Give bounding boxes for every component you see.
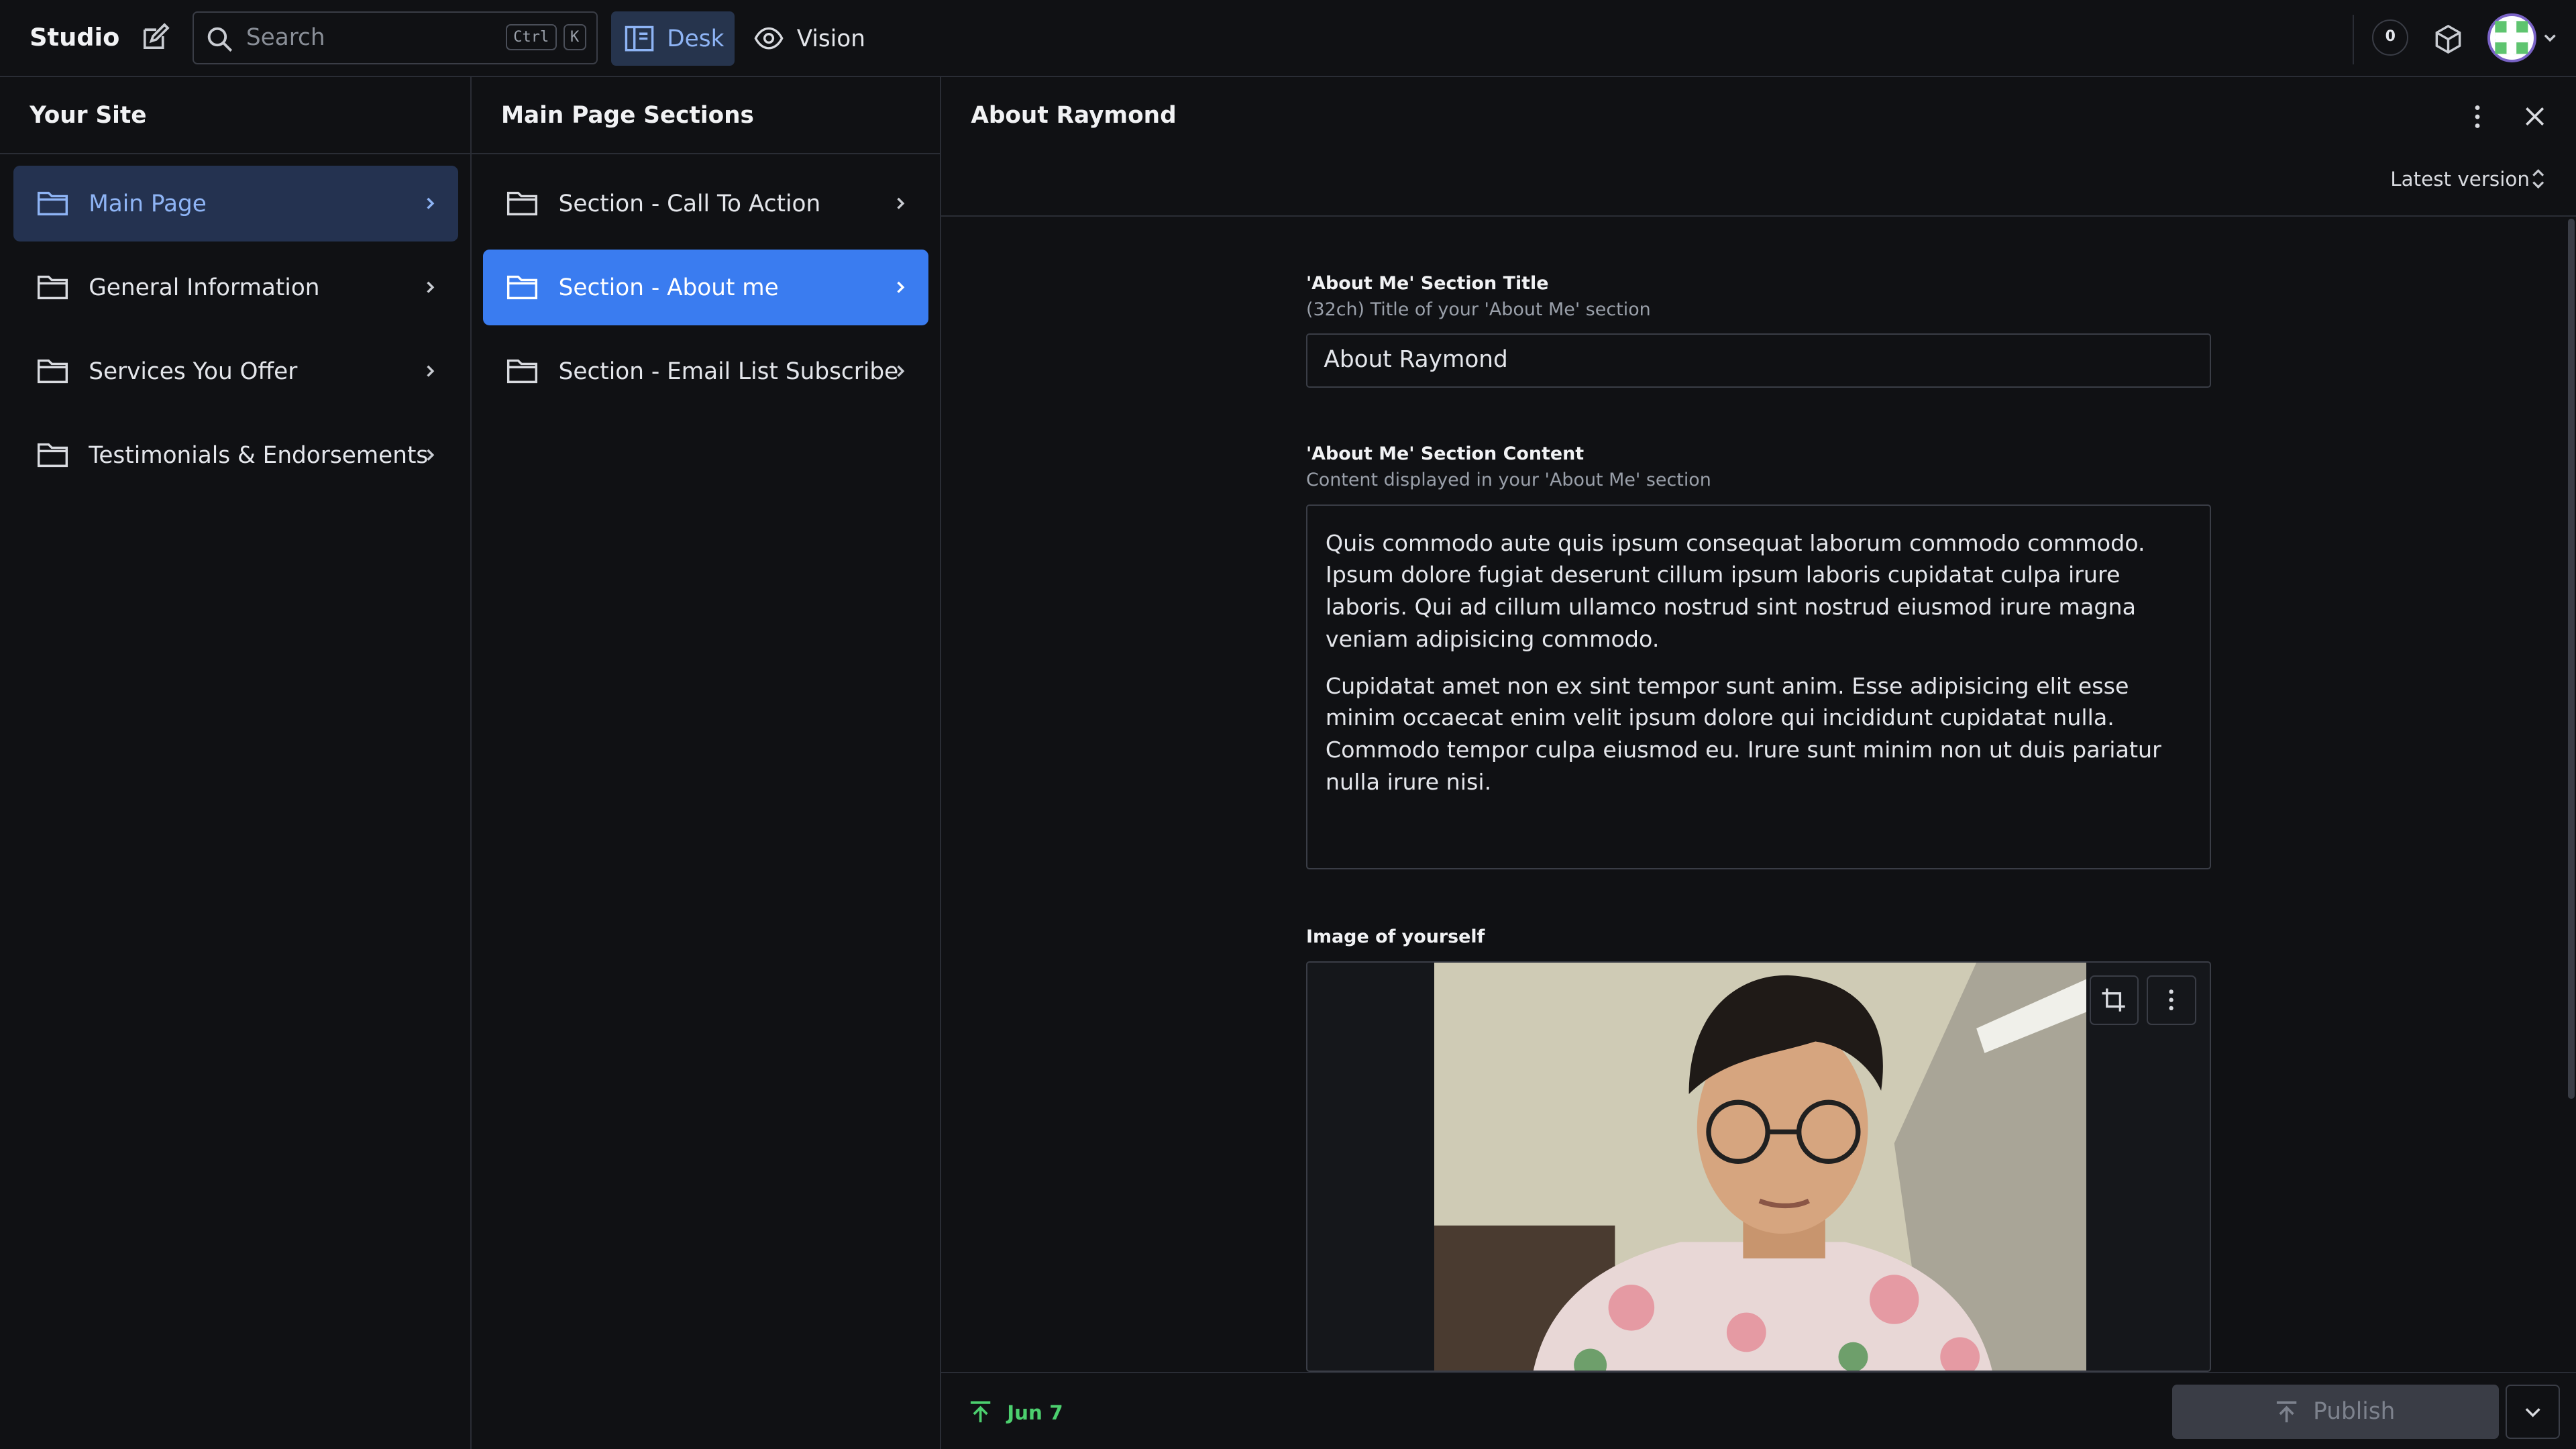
publish-options-button[interactable] [2505, 1385, 2560, 1439]
published-icon [971, 1401, 991, 1423]
notifications-badge[interactable]: 0 [2372, 19, 2409, 56]
header-divider [2352, 15, 2355, 64]
more-vertical-icon[interactable] [2463, 102, 2492, 131]
chevron-right-icon [427, 449, 435, 461]
section-content-editor[interactable]: Quis commodo aute quis ipsum consequat l… [1305, 504, 2212, 869]
pane-header: Your Site [0, 77, 470, 155]
field-label: Image of yourself [1305, 926, 1485, 948]
folder-icon [507, 359, 538, 384]
list-item-label: Testimonials & Endorsements [89, 441, 429, 469]
list-item-call-to-action[interactable]: Section - Call To Action [483, 166, 928, 241]
chevron-right-icon [427, 198, 435, 210]
chevron-right-icon [427, 281, 435, 294]
chevron-right-icon [897, 198, 905, 210]
package-icon[interactable] [2432, 23, 2465, 56]
eye-icon [754, 28, 784, 50]
list-item-services-you-offer[interactable]: Services You Offer [13, 333, 459, 409]
shortcut-k-key: K [563, 24, 586, 51]
image-options-button[interactable] [2147, 975, 2196, 1025]
chevron-down-icon [2525, 1408, 2540, 1417]
list-item-about-me[interactable]: Section - About me [483, 250, 928, 325]
tool-vision[interactable]: Vision [741, 11, 872, 66]
list-item-label: Main Page [89, 191, 207, 218]
section-title-input[interactable]: About Raymond [1305, 333, 2212, 388]
chevron-right-icon [427, 365, 435, 378]
document-footer: Jun 7 Publish [941, 1371, 2576, 1449]
tool-desk[interactable]: Desk [611, 11, 735, 66]
avatar[interactable] [2487, 13, 2537, 63]
editor-scrollbar[interactable] [2567, 218, 2575, 1099]
folder-icon [507, 192, 538, 216]
field-description: Content displayed in your 'About Me' sec… [1305, 470, 1711, 491]
folder-icon [37, 443, 68, 467]
search-field[interactable]: Search Ctrl K [192, 11, 598, 64]
publish-label: Publish [2313, 1397, 2396, 1425]
chevron-right-icon [897, 365, 905, 378]
image-input[interactable] [1305, 961, 2212, 1372]
profile-photo [1434, 962, 2086, 1371]
field-description: (32ch) Title of your 'About Me' section [1305, 299, 1651, 320]
sort-icon[interactable] [2528, 166, 2548, 192]
more-vertical-icon [2169, 989, 2174, 1010]
brand-title[interactable]: Studio [30, 23, 119, 52]
list-item-label: Section - About me [558, 274, 779, 301]
list-item-email-list[interactable]: Section - Email List Subscribe [483, 333, 928, 409]
content-paragraph: Quis commodo aute quis ipsum consequat l… [1325, 529, 2145, 652]
tool-desk-label: Desk [667, 25, 724, 52]
folder-icon [507, 275, 538, 300]
close-icon[interactable] [2522, 103, 2548, 129]
folder-icon [37, 359, 68, 384]
list-item-label: Services You Offer [89, 358, 298, 385]
chevron-down-icon[interactable] [2542, 30, 2558, 46]
pane-header: Main Page Sections [471, 77, 941, 155]
pane-main-page-sections: Main Page Sections Section - Call To Act… [471, 77, 942, 1449]
publish-button[interactable]: Publish [2171, 1385, 2499, 1439]
content-paragraph: Cupidatat amet non ex sint tempor sunt a… [1325, 672, 2161, 795]
search-placeholder: Search [246, 24, 325, 52]
field-label: 'About Me' Section Content [1305, 443, 1585, 465]
list-item-label: Section - Call To Action [558, 191, 821, 218]
editor-header-divider [941, 215, 2576, 217]
pane-your-site: Your Site Main Page General Information … [0, 77, 472, 1449]
shortcut-ctrl-key: Ctrl [505, 24, 557, 51]
section-title-value: About Raymond [1324, 346, 1508, 374]
publish-icon [2277, 1401, 2297, 1423]
list-item-testimonials[interactable]: Testimonials & Endorsements [13, 417, 459, 493]
chevron-right-icon [897, 281, 905, 294]
list-item-general-information[interactable]: General Information [13, 250, 459, 325]
document-title: About Raymond [971, 101, 1177, 129]
pane-title: Main Page Sections [500, 101, 754, 129]
field-label: 'About Me' Section Title [1305, 272, 1549, 294]
desk-icon [625, 25, 653, 52]
list-item-label: General Information [89, 274, 320, 301]
folder-icon [37, 275, 68, 300]
search-icon [207, 27, 233, 52]
folder-icon [37, 192, 68, 216]
top-navbar: Studio Search Ctrl K Desk Vision 0 [0, 0, 2576, 78]
crop-icon [2102, 988, 2126, 1012]
version-selector[interactable]: Latest version [2390, 168, 2530, 191]
list-item-label: Section - Email List Subscribe [558, 358, 899, 385]
list-item-main-page[interactable]: Main Page [13, 166, 459, 241]
pane-title: Your Site [30, 101, 147, 129]
crop-button[interactable] [2089, 975, 2139, 1025]
studio-app: Studio Search Ctrl K Desk Vision 0 Your … [0, 0, 2576, 1449]
published-date[interactable]: Jun 7 [1007, 1401, 1063, 1424]
tool-vision-label: Vision [796, 25, 865, 52]
document-editor: About Raymond Latest version 'About Me' … [941, 77, 2576, 1449]
compose-icon[interactable] [138, 21, 171, 54]
